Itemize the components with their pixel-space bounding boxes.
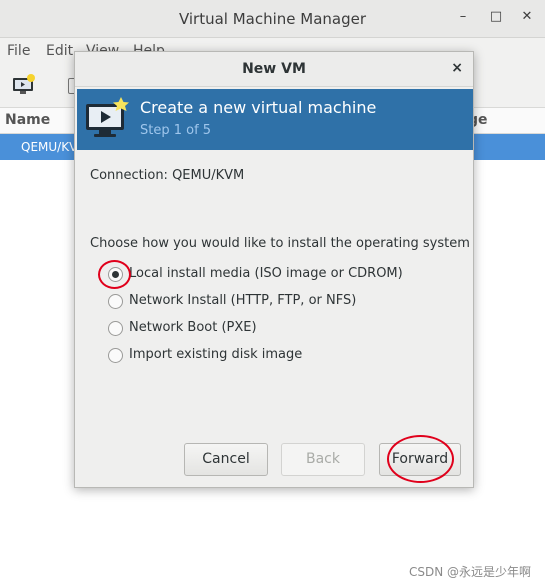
column-name[interactable]: Name	[5, 112, 50, 128]
menu-file[interactable]: File	[7, 43, 30, 59]
back-button[interactable]: Back	[281, 443, 365, 476]
option-network-install[interactable]: Network Install (HTTP, FTP, or NFS)	[108, 292, 458, 310]
radio-button[interactable]	[108, 294, 123, 309]
step-indicator: Step 1 of 5	[140, 123, 212, 138]
option-local-media[interactable]: Local install media (ISO image or CDROM)	[108, 265, 458, 283]
close-icon[interactable]: ✕	[518, 9, 536, 24]
menu-edit[interactable]: Edit	[46, 43, 73, 59]
main-titlebar: Virtual Machine Manager – □ ✕	[0, 0, 545, 38]
option-label[interactable]: Local install media (ISO image or CDROM)	[129, 266, 403, 281]
close-icon[interactable]: ×	[451, 60, 463, 76]
dialog-title: New VM	[242, 61, 306, 77]
option-network-boot[interactable]: Network Boot (PXE)	[108, 319, 458, 337]
option-label[interactable]: Import existing disk image	[129, 347, 302, 362]
connection-label: Connection: QEMU/KVM	[90, 168, 245, 183]
maximize-icon[interactable]: □	[487, 9, 505, 24]
monitor-star-icon	[86, 97, 129, 137]
watermark: CSDN @永远是少年啊	[408, 565, 531, 579]
new-vm-icon[interactable]	[12, 74, 36, 96]
option-label[interactable]: Network Install (HTTP, FTP, or NFS)	[129, 293, 356, 308]
option-import-disk[interactable]: Import existing disk image	[108, 346, 458, 364]
banner-title: Create a new virtual machine	[140, 98, 377, 117]
cancel-button[interactable]: Cancel	[184, 443, 268, 476]
install-method-label: Choose how you would like to install the…	[90, 236, 470, 251]
radio-button[interactable]	[108, 348, 123, 363]
wizard-banner: Create a new virtual machine Step 1 of 5	[77, 89, 473, 150]
new-vm-dialog: New VM × Create a new virtual machine St…	[74, 51, 474, 488]
radio-button[interactable]	[108, 267, 123, 282]
radio-button[interactable]	[108, 321, 123, 336]
forward-button[interactable]: Forward	[379, 443, 461, 476]
option-label[interactable]: Network Boot (PXE)	[129, 320, 257, 335]
dialog-titlebar: New VM ×	[75, 52, 473, 87]
minimize-icon[interactable]: –	[454, 9, 472, 24]
